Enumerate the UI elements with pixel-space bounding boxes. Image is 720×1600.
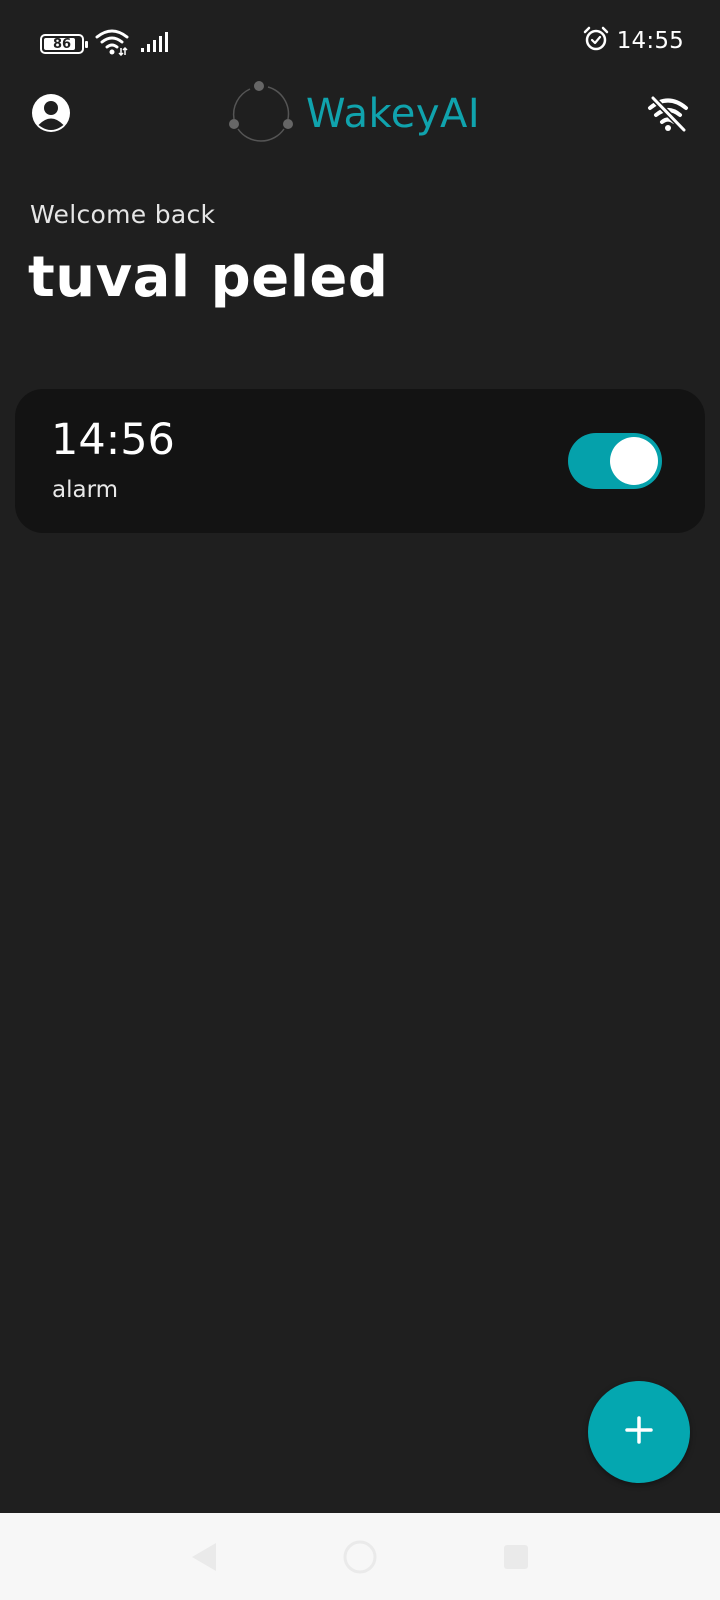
- toggle-knob: [610, 437, 658, 485]
- status-time: 14:55: [616, 28, 684, 54]
- app-name: WakeyAI: [306, 91, 481, 137]
- cycle-logo-icon: [228, 79, 294, 149]
- add-alarm-button[interactable]: [588, 1381, 690, 1483]
- welcome-subtitle: Welcome back: [30, 200, 216, 229]
- back-icon[interactable]: [186, 1539, 222, 1575]
- user-name: tuval peled: [28, 245, 389, 310]
- app-bar: WakeyAI: [0, 80, 720, 148]
- recents-icon[interactable]: [498, 1539, 534, 1575]
- wifi-icon: [94, 28, 130, 60]
- signal-icon: [140, 30, 172, 58]
- system-nav-bar: [0, 1513, 720, 1600]
- alarm-card[interactable]: 14:56 alarm: [15, 389, 705, 533]
- account-circle-icon[interactable]: [30, 92, 72, 134]
- app-logo: WakeyAI: [228, 80, 480, 148]
- home-icon[interactable]: [342, 1539, 378, 1575]
- battery-icon: 86: [40, 34, 88, 54]
- alarm-toggle[interactable]: [568, 433, 662, 489]
- status-bar: 86 14:55: [0, 0, 720, 80]
- alarm-label: alarm: [52, 477, 119, 503]
- status-right: 14:55: [583, 26, 684, 56]
- plus-icon: [624, 1415, 654, 1449]
- alarm-time: 14:56: [51, 415, 175, 465]
- status-left: 86: [40, 28, 172, 60]
- wifi-off-icon[interactable]: [646, 92, 690, 136]
- alarm-clock-icon: [583, 26, 609, 56]
- battery-level: 86: [52, 36, 72, 52]
